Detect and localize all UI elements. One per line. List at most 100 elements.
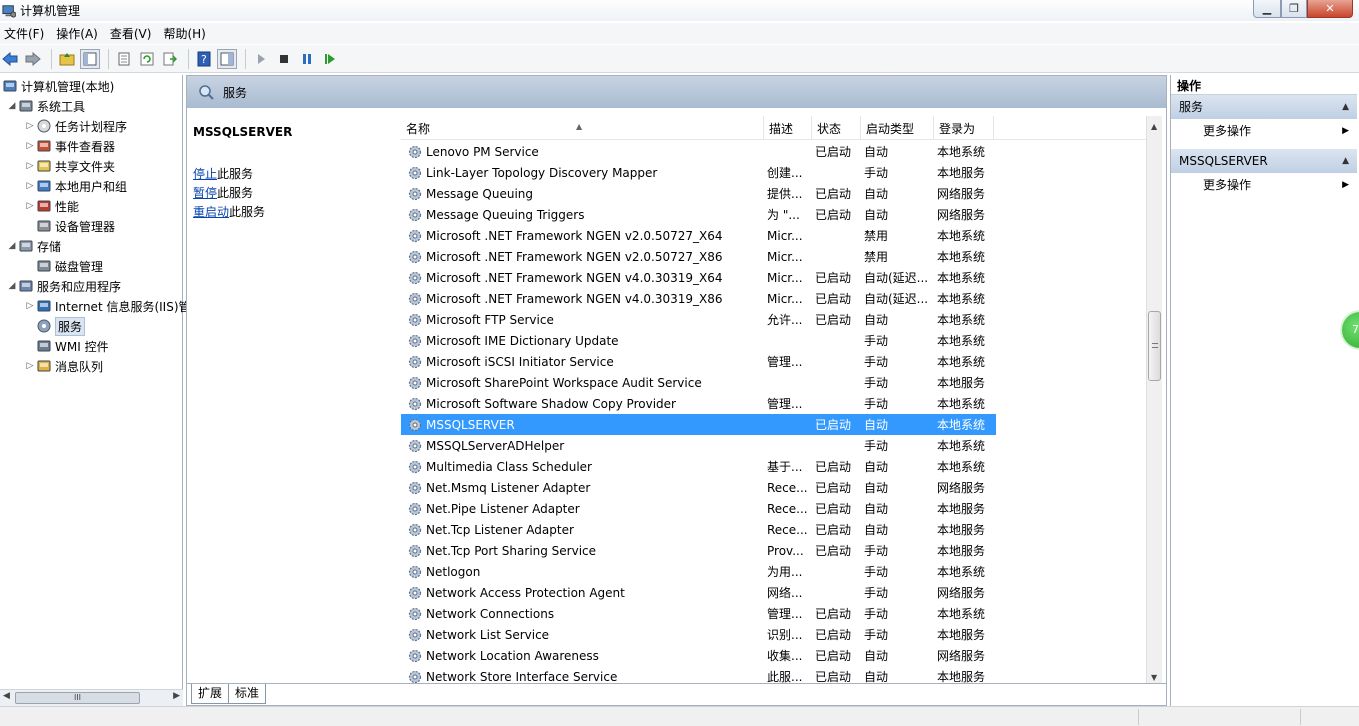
tree-item[interactable]: ◢ 系统工具 [6, 96, 85, 116]
scroll-thumb[interactable] [1148, 311, 1161, 381]
tree-item[interactable]: ◢ 服务和应用程序 [6, 276, 121, 296]
vertical-scrollbar[interactable]: ▲ ▼ [1146, 116, 1162, 686]
service-gear-icon [408, 439, 422, 452]
collapse-arrow-icon[interactable]: ◢ [6, 101, 18, 111]
menu-view[interactable]: 查看(V) [106, 24, 160, 44]
service-status: 已启动 [815, 187, 852, 201]
restart-service-link[interactable]: 重启动 [193, 205, 229, 219]
refresh-button[interactable] [137, 49, 157, 69]
table-row[interactable]: Multimedia Class Scheduler 基于... 已启动 自动 本地系统 [401, 456, 1150, 477]
column-name[interactable]: 名称 ▲ [401, 116, 764, 140]
scroll-up-icon[interactable]: ▲ [1151, 122, 1157, 131]
tree-item[interactable]: ▷ 消息队列 [24, 356, 103, 376]
table-row[interactable]: Microsoft .NET Framework NGEN v2.0.50727… [401, 225, 1150, 246]
tree-horizontal-scrollbar[interactable]: ◀ III ▶ [0, 689, 183, 706]
expand-arrow-icon[interactable]: ▷ [24, 141, 36, 151]
tree-item[interactable]: WMI 控件 [24, 336, 109, 356]
collapse-arrow-icon[interactable]: ◢ [6, 241, 18, 251]
tree-item[interactable]: ▷ 共享文件夹 [24, 156, 115, 176]
table-row[interactable]: Microsoft Software Shadow Copy Provider 管… [401, 393, 1150, 414]
table-row[interactable]: Microsoft IME Dictionary Update 手动 本地系统 [401, 330, 1150, 351]
tree-item-label: Internet 信息服务(IIS)管 [55, 299, 191, 314]
menu-file[interactable]: 文件(F) [0, 24, 52, 44]
expand-arrow-icon[interactable]: ▷ [24, 181, 36, 191]
minimize-button[interactable]: ▁ [1253, 0, 1281, 18]
tab-extended[interactable]: 扩展 [191, 684, 230, 704]
up-level-button[interactable] [57, 49, 77, 69]
more-actions-services[interactable]: 更多操作 ▶ [1171, 119, 1357, 143]
tree-item[interactable]: ▷ 本地用户和组 [24, 176, 127, 196]
menu-action[interactable]: 操作(A) [52, 24, 106, 44]
table-row[interactable]: Net.Tcp Listener Adapter Rece... 已启动 自动 本地服务 [401, 519, 1150, 540]
pause-service-link[interactable]: 暂停 [193, 186, 217, 200]
table-row[interactable]: Microsoft iSCSI Initiator Service 管理... 手动… [401, 351, 1150, 372]
tree-item[interactable]: 服务 [24, 316, 86, 336]
close-button[interactable]: ✕ [1307, 0, 1353, 18]
service-startup-type: 手动 [864, 166, 889, 180]
expand-arrow-icon[interactable]: ▷ [24, 301, 36, 311]
table-row[interactable]: Microsoft .NET Framework NGEN v4.0.30319… [401, 288, 1150, 309]
tree-item[interactable]: ◢ 存储 [6, 236, 61, 256]
column-description[interactable]: 描述 [764, 116, 812, 140]
scroll-left-icon[interactable]: ◀ [3, 691, 10, 701]
table-row[interactable]: Microsoft FTP Service 允许... 已启动 自动 本地系统 [401, 309, 1150, 330]
table-row[interactable]: Netlogon 为用... 手动 本地系统 [401, 561, 1150, 582]
maximize-button[interactable]: ❐ [1281, 0, 1307, 18]
tree-item[interactable]: 设备管理器 [24, 216, 115, 236]
more-actions-mssqlserver[interactable]: 更多操作 ▶ [1171, 173, 1357, 197]
table-row[interactable]: Network Access Protection Agent 网络... 手动 网络… [401, 582, 1150, 603]
restart-service-button[interactable] [320, 49, 340, 69]
tree-item[interactable]: 计算机管理(本地) [2, 76, 114, 96]
table-row[interactable]: Link-Layer Topology Discovery Mapper 创建..… [401, 162, 1150, 183]
table-row[interactable]: Network Connections 管理... 已启动 手动 本地系统 [401, 603, 1150, 624]
action-section-mssqlserver[interactable]: MSSQLSERVER ▲ [1171, 149, 1357, 173]
scroll-thumb[interactable]: III [15, 692, 140, 704]
table-row[interactable]: Microsoft .NET Framework NGEN v4.0.30319… [401, 267, 1150, 288]
expand-arrow-icon[interactable]: ▷ [24, 361, 36, 371]
forward-button[interactable] [23, 49, 43, 69]
expand-arrow-icon[interactable]: ▷ [24, 161, 36, 171]
table-row[interactable]: MSSQLServerADHelper 手动 本地系统 [401, 435, 1150, 456]
collapse-arrow-icon[interactable]: ◢ [6, 281, 18, 291]
start-service-button[interactable] [251, 49, 271, 69]
tree-item[interactable]: ▷ 性能 [24, 196, 79, 216]
table-row[interactable]: Lenovo PM Service 已启动 自动 本地系统 [401, 141, 1150, 162]
show-hide-tree-button[interactable] [80, 48, 100, 69]
table-row[interactable]: Microsoft SharePoint Workspace Audit Ser… [401, 372, 1150, 393]
column-logon-as[interactable]: 登录为 [934, 116, 994, 140]
column-startup-type[interactable]: 启动类型 [861, 116, 934, 140]
help-button[interactable]: ? [194, 49, 214, 69]
table-row[interactable]: Net.Tcp Port Sharing Service Prov... 已启动 手动… [401, 540, 1150, 561]
menu-help[interactable]: 帮助(H) [159, 24, 213, 44]
table-row[interactable]: Message Queuing Triggers 为 "... 已启动 自动 网络服务 [401, 204, 1150, 225]
tree-item[interactable]: ▷ 事件查看器 [24, 136, 115, 156]
service-logon-as: 本地系统 [937, 397, 986, 411]
pause-service-button[interactable] [297, 49, 317, 69]
collapse-icon[interactable]: ▲ [1342, 149, 1349, 173]
expand-arrow-icon[interactable]: ▷ [24, 121, 36, 131]
back-button[interactable] [0, 49, 20, 69]
tab-standard[interactable]: 标准 [229, 684, 267, 704]
tree-item[interactable]: ▷ 任务计划程序 [24, 116, 127, 136]
properties-button[interactable] [114, 49, 134, 69]
table-row[interactable]: Microsoft .NET Framework NGEN v2.0.50727… [401, 246, 1150, 267]
table-row[interactable]: Net.Pipe Listener Adapter Rece... 已启动 自动 本地服… [401, 498, 1150, 519]
table-row[interactable]: Network List Service 识别... 已启动 手动 本地服务 [401, 624, 1150, 645]
service-description: 管理... [767, 607, 803, 621]
export-list-button[interactable] [160, 49, 180, 69]
table-row[interactable]: MSSQLSERVER 已启动 自动 本地系统 [401, 414, 996, 435]
action-section-services[interactable]: 服务 ▲ [1171, 95, 1357, 119]
table-row[interactable]: Network Location Awareness 收集... 已启动 自动 网络服务 [401, 645, 1150, 666]
scroll-down-icon[interactable]: ▼ [1151, 673, 1157, 682]
table-row[interactable]: Message Queuing 提供... 已启动 自动 网络服务 [401, 183, 1150, 204]
expand-arrow-icon[interactable]: ▷ [24, 201, 36, 211]
tree-item[interactable]: ▷ Internet 信息服务(IIS)管 [24, 296, 191, 316]
stop-service-link[interactable]: 停止 [193, 167, 217, 181]
show-hide-action-pane-button[interactable] [217, 48, 237, 69]
table-row[interactable]: Net.Msmq Listener Adapter Rece... 已启动 自动 网络服… [401, 477, 1150, 498]
column-status[interactable]: 状态 [812, 116, 861, 140]
stop-service-button[interactable] [274, 49, 294, 69]
tree-item[interactable]: 磁盘管理 [24, 256, 103, 276]
collapse-icon[interactable]: ▲ [1342, 95, 1349, 119]
scroll-right-icon[interactable]: ▶ [173, 691, 180, 701]
